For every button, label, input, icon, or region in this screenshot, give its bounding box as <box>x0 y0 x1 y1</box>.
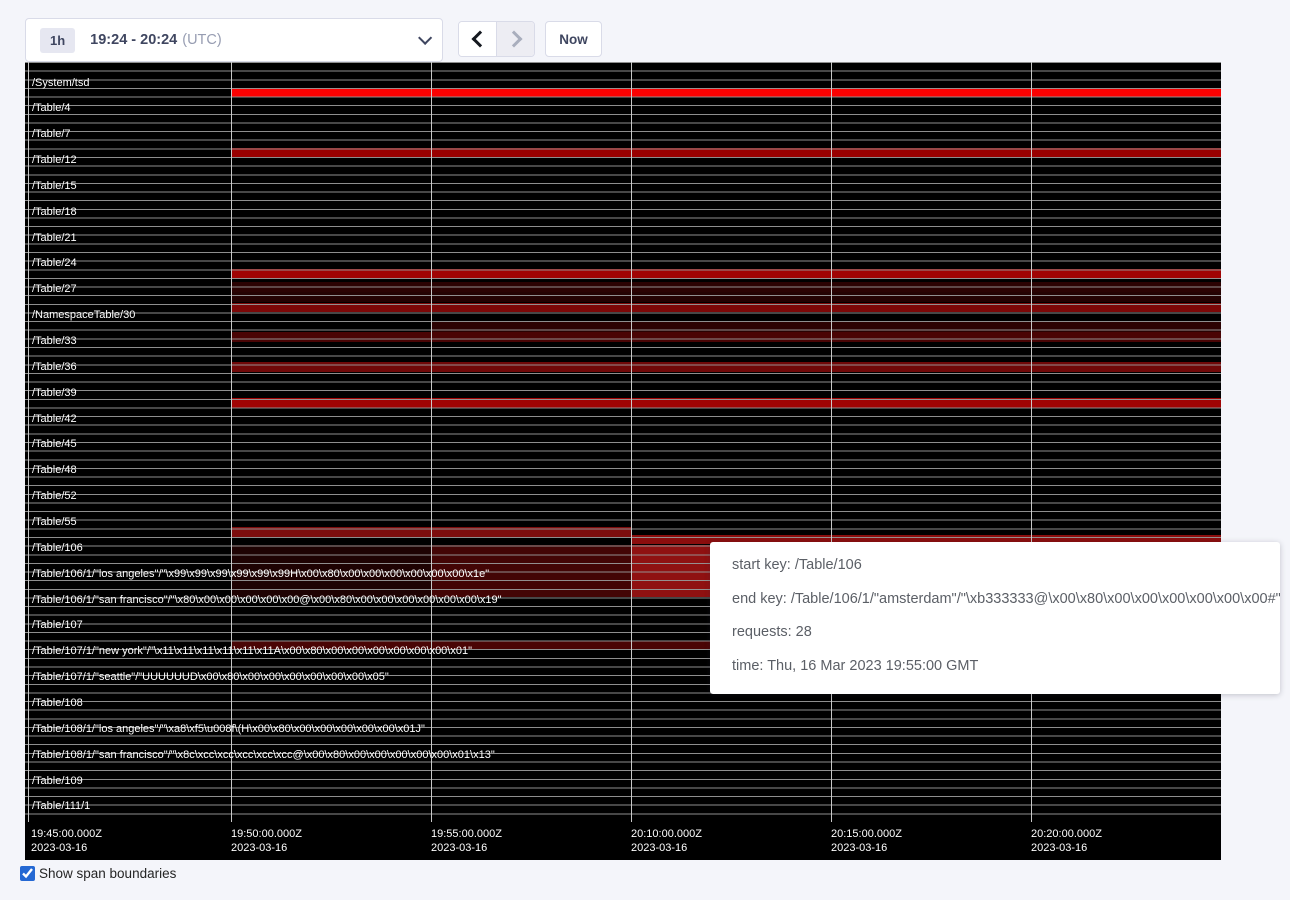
row-label: /Table/108/1/"los angeles"/"\xa8\xf5\u00… <box>32 724 425 735</box>
range-text: 19:24 - 20:24 <box>90 32 177 48</box>
chevron-down-icon <box>418 31 432 45</box>
row-label: /System/tsd <box>32 78 89 89</box>
row-label: /Table/107/1/"seattle"/"UUUUUUD\x00\x80\… <box>32 672 389 683</box>
row-label: /Table/7 <box>32 129 71 140</box>
next-range-button[interactable] <box>497 22 534 56</box>
chevron-left-icon <box>471 31 488 48</box>
hover-tooltip: start key: /Table/106end key: /Table/106… <box>710 542 1280 694</box>
row-label: /Table/42 <box>32 414 77 425</box>
range-timezone: (UTC) <box>182 32 221 48</box>
row-label: /Table/106 <box>32 543 83 554</box>
span-boundary-lines <box>25 62 1221 822</box>
row-label: /Table/24 <box>32 258 77 269</box>
chevron-right-icon <box>505 31 522 48</box>
time-tick: 20:10:00.000Z2023-03-16 <box>631 827 702 855</box>
time-tick: 19:55:00.000Z2023-03-16 <box>431 827 502 855</box>
row-label: /Table/33 <box>32 336 77 347</box>
time-tick: 20:20:00.000Z2023-03-16 <box>1031 827 1102 855</box>
time-bucket-line <box>431 62 432 822</box>
footer-controls: Show span boundaries <box>20 866 176 881</box>
time-axis: 19:45:00.000Z2023-03-16 19:50:00.000Z2023… <box>25 822 1221 860</box>
row-label: /Table/106/1/"san francisco"/"\x80\x00\x… <box>32 595 502 606</box>
heatmap-grid[interactable]: /System/tsd/Table/4/Table/7/Table/12/Tab… <box>25 62 1221 822</box>
range-duration-badge: 1h <box>40 28 75 53</box>
row-label: /Table/107 <box>32 620 83 631</box>
time-bucket-line <box>1031 62 1032 822</box>
time-bucket-line <box>28 62 29 822</box>
row-label: /Table/45 <box>32 439 77 450</box>
prev-range-button[interactable] <box>459 22 496 56</box>
show-span-boundaries-checkbox[interactable] <box>20 866 35 881</box>
time-tick: 20:15:00.000Z2023-03-16 <box>831 827 902 855</box>
key-visualizer: /System/tsd/Table/4/Table/7/Table/12/Tab… <box>25 62 1221 860</box>
time-bucket-line <box>231 62 232 822</box>
row-label: /Table/27 <box>32 284 77 295</box>
show-span-boundaries-label: Show span boundaries <box>39 866 176 881</box>
row-label: /Table/18 <box>32 207 77 218</box>
row-label: /Table/111/1 <box>32 801 90 812</box>
row-label: /Table/106/1/"los angeles"/"\x99\x99\x99… <box>32 569 489 580</box>
time-tick: 19:50:00.000Z2023-03-16 <box>231 827 302 855</box>
row-label: /Table/4 <box>32 103 71 114</box>
row-label: /Table/39 <box>32 388 77 399</box>
row-label: /Table/15 <box>32 181 77 192</box>
tooltip-line: start key: /Table/106 <box>732 549 1258 583</box>
row-label: /Table/108/1/"san francisco"/"\x8c\xcc\x… <box>32 750 495 761</box>
row-label: /NamespaceTable/30 <box>32 310 135 321</box>
row-label: /Table/108 <box>32 698 83 709</box>
row-label: /Table/109 <box>32 776 83 787</box>
tooltip-line: requests: 28 <box>732 616 1258 650</box>
now-button[interactable]: Now <box>545 21 602 57</box>
time-nav-group <box>458 21 535 57</box>
time-bucket-line <box>831 62 832 822</box>
row-label: /Table/36 <box>32 362 77 373</box>
tooltip-line: time: Thu, 16 Mar 2023 19:55:00 GMT <box>732 650 1258 684</box>
row-label: /Table/21 <box>32 233 77 244</box>
time-tick: 19:45:00.000Z2023-03-16 <box>31 827 102 855</box>
row-label: /Table/107/1/"new york"/"\x11\x11\x11\x1… <box>32 646 472 657</box>
row-label: /Table/12 <box>32 155 77 166</box>
row-label: /Table/52 <box>32 491 77 502</box>
time-bucket-line <box>631 62 632 822</box>
tooltip-line: end key: /Table/106/1/"amsterdam"/"\xb33… <box>732 583 1258 617</box>
time-range-dropdown[interactable]: 1h 19:24 - 20:24 (UTC) <box>25 18 443 62</box>
row-label: /Table/48 <box>32 465 77 476</box>
row-label: /Table/55 <box>32 517 77 528</box>
